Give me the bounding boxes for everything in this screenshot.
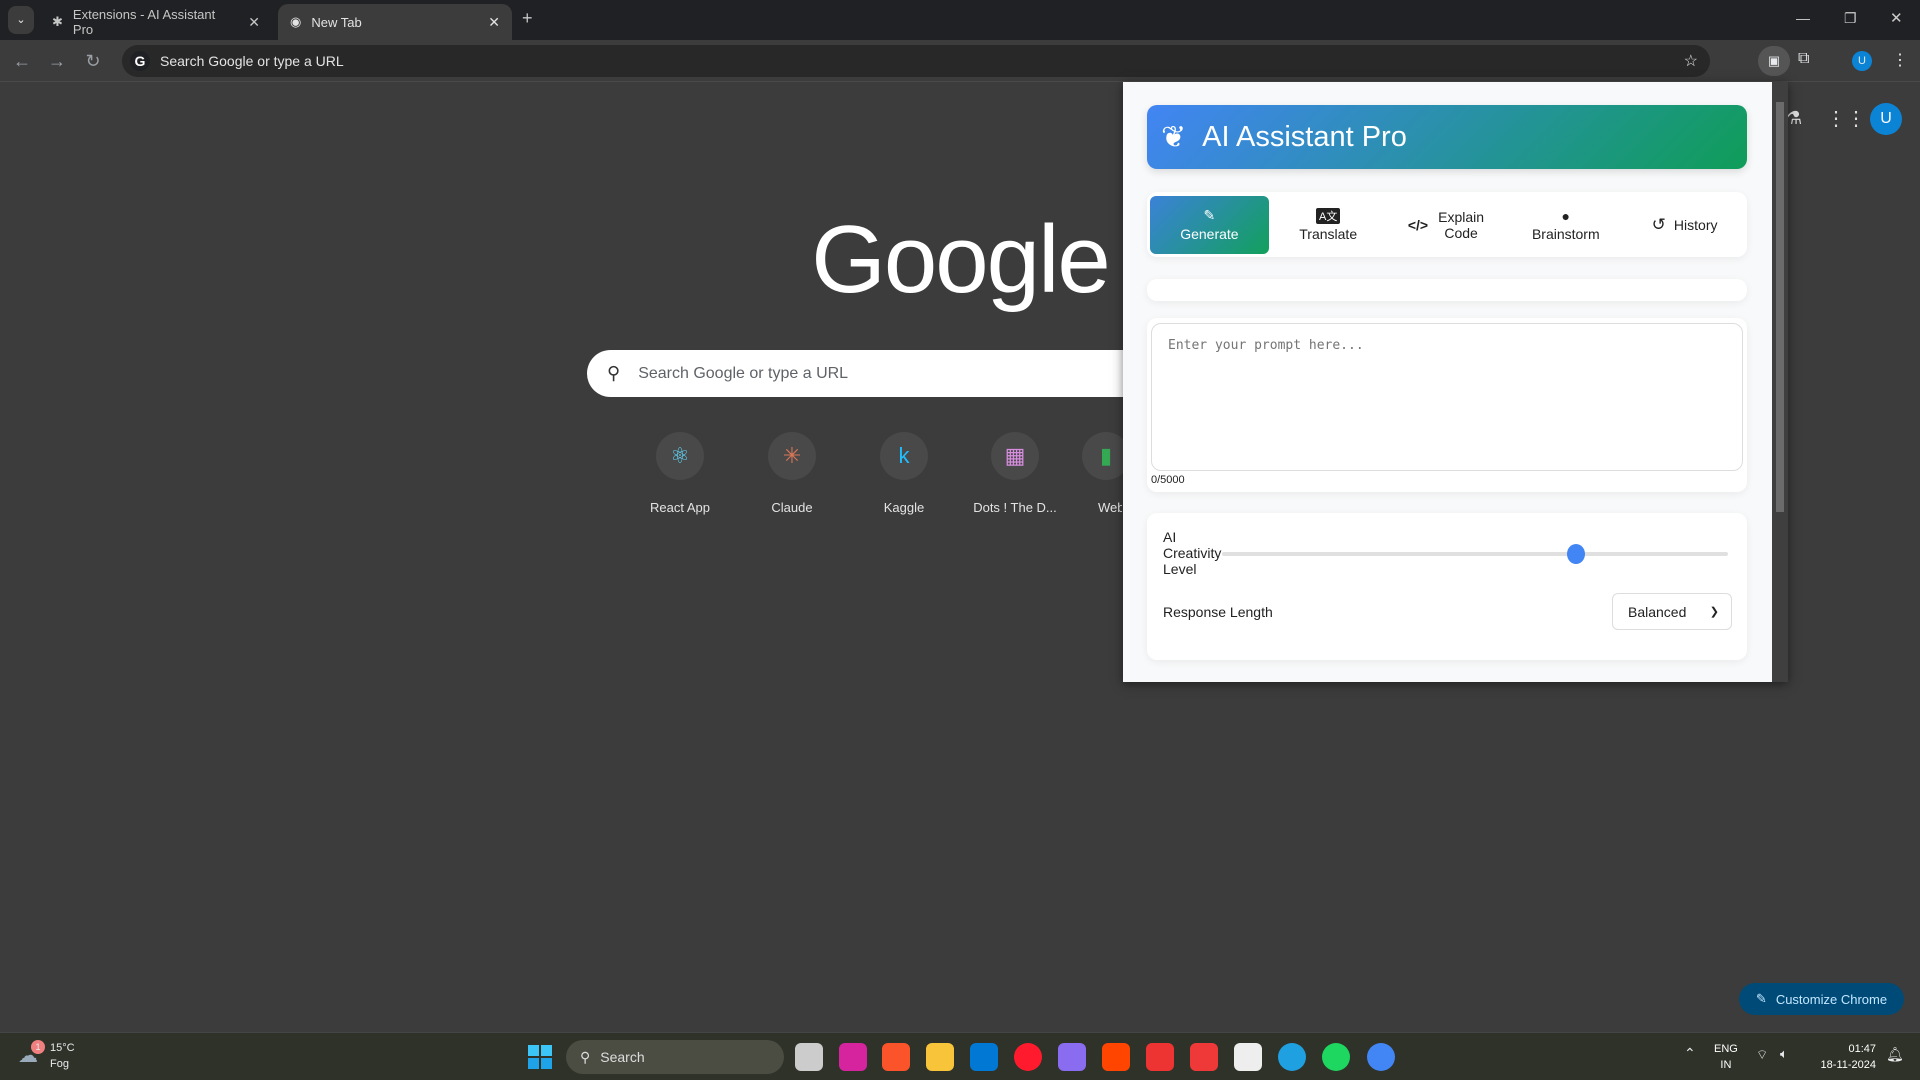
back-button[interactable]: ← (10, 49, 34, 73)
menu-kebab-icon[interactable]: ⋮ (1892, 50, 1908, 70)
prompt-input[interactable] (1151, 323, 1743, 471)
taskbar-opera-icon[interactable] (1014, 1043, 1042, 1071)
taskbar-task-view-icon[interactable] (795, 1043, 823, 1071)
tab-search-button[interactable]: ⌄ (8, 6, 34, 34)
creativity-slider[interactable] (1222, 552, 1728, 556)
weather-badge: 1 (31, 1040, 45, 1054)
taskbar-vscode-icon[interactable] (970, 1043, 998, 1071)
taskbar: ☁ 1 15°C Fog ⚲ Search ⌃ ENG IN ⌔ 🔈︎ 01:47 1… (0, 1032, 1920, 1080)
tab-extensions[interactable]: ✱ Extensions - AI Assistant Pro ✕ (40, 4, 272, 40)
chrome-icon: ◉ (290, 14, 302, 29)
taskbar-copilot-icon[interactable] (1058, 1043, 1086, 1071)
bookmark-star-icon[interactable]: ☆ (1684, 51, 1698, 71)
creativity-slider-thumb[interactable] (1567, 544, 1586, 564)
taskbar-popcorn-icon[interactable] (1146, 1043, 1174, 1071)
pencil-icon: ✎ (1755, 991, 1767, 1006)
extension-title: AI Assistant Pro (1202, 120, 1407, 153)
taskbar-brave-icon[interactable] (882, 1043, 910, 1071)
tab-strip: ⌄ ✱ Extensions - AI Assistant Pro ✕ ◉ New T… (0, 0, 1920, 40)
google-icon: G (130, 51, 150, 71)
shortcut-react-app[interactable]: ⚛ React App (624, 432, 736, 515)
puzzle-icon: ✱ (52, 14, 63, 29)
language-indicator[interactable]: ENG IN (1714, 1041, 1738, 1073)
kaggle-icon: k (880, 432, 928, 480)
shortcut-web[interactable]: ▮ Web (1070, 432, 1130, 515)
lightbulb-icon: ● (1561, 207, 1571, 224)
taskbar-reddit-icon[interactable] (1102, 1043, 1130, 1071)
creativity-label: AI Creativity Level (1163, 529, 1222, 577)
tab-history[interactable]: ↺ History (1625, 196, 1744, 254)
notification-bell-icon[interactable]: 🔔︎ (1886, 1046, 1904, 1063)
history-icon: ↺ (1651, 214, 1666, 234)
prompt-card: 0/5000 (1147, 318, 1747, 492)
restore-button[interactable]: ❐ (1844, 10, 1857, 27)
tab-brainstorm[interactable]: ● Brainstorm (1506, 196, 1625, 254)
minimize-button[interactable]: — (1796, 10, 1810, 26)
extension-active-icon[interactable]: ▣ (1758, 46, 1790, 76)
search-icon: ⚲ (607, 363, 621, 383)
chevron-down-icon: ❯ (1709, 606, 1719, 618)
shortcut-kaggle[interactable]: k Kaggle (848, 432, 960, 515)
react-icon: ⚛ (656, 432, 704, 480)
response-length-label: Response Length (1163, 604, 1273, 620)
taskbar-edge-icon[interactable] (1278, 1043, 1306, 1071)
extension-header: ❦ AI Assistant Pro (1147, 105, 1747, 169)
brain-icon: ❦ (1161, 120, 1187, 154)
taskbar-vivaldi-icon[interactable] (1190, 1043, 1218, 1071)
code-icon: </> (1407, 216, 1429, 233)
dots-icon: ▦ (991, 432, 1039, 480)
account-avatar[interactable]: U (1870, 103, 1902, 135)
taskbar-spotify-icon[interactable] (1322, 1043, 1350, 1071)
weather-desc: Fog (50, 1058, 69, 1070)
claude-icon: ✳ (768, 432, 816, 480)
status-bar (1147, 279, 1747, 301)
forward-button[interactable]: → (45, 49, 69, 73)
taskbar-file-explorer-icon[interactable] (926, 1043, 954, 1071)
shortcut-claude[interactable]: ✳ Claude (736, 432, 848, 515)
tab-generate[interactable]: ✎ Generate (1150, 195, 1269, 254)
response-length-select[interactable]: Balanced ❯ (1612, 593, 1732, 630)
new-tab-button[interactable]: + (522, 8, 533, 29)
extension-popup: ❦ AI Assistant Pro ✎ Generate A文 Translate … (1123, 82, 1788, 682)
taskbar-ms-store-icon[interactable] (1234, 1043, 1262, 1071)
wifi-icon[interactable]: ⌔ (1756, 1047, 1768, 1063)
toolbar: ← → ↻ G Search Google or type a URL ☆ ▣ ⧉ … (0, 40, 1920, 82)
labs-flask-icon[interactable]: ⚗ (1786, 108, 1802, 129)
translate-icon: A文 (1316, 207, 1341, 224)
shortcut-dots[interactable]: ▦ Dots ! The D... (959, 432, 1071, 515)
windows-start-icon[interactable] (528, 1045, 552, 1069)
reload-button[interactable]: ↻ (81, 49, 105, 73)
customize-chrome-button[interactable]: ✎ Customize Chrome (1739, 983, 1904, 1015)
close-tab-icon[interactable]: ✕ (248, 14, 260, 31)
taskbar-search[interactable]: ⚲ Search (566, 1040, 784, 1074)
taskbar-chrome-icon[interactable] (1367, 1043, 1395, 1071)
volume-icon[interactable]: 🔈︎ (1780, 1046, 1788, 1062)
close-window-button[interactable]: ✕ (1890, 9, 1903, 27)
omnibox[interactable]: G Search Google or type a URL ☆ (122, 45, 1710, 77)
weather-temp: 15°C (50, 1042, 75, 1054)
tray-chevron-up-icon[interactable]: ⌃ (1684, 1045, 1696, 1062)
popup-scrollbar[interactable] (1772, 82, 1788, 682)
extensions-puzzle-icon[interactable]: ⧉ (1798, 50, 1809, 68)
tab-explain-code[interactable]: </> Explain Code (1388, 196, 1507, 254)
clock[interactable]: 01:47 18-11-2024 (1812, 1041, 1876, 1073)
search-icon: ⚲ (580, 1048, 591, 1065)
magic-wand-icon: ✎ (1203, 207, 1216, 223)
settings-card: AI Creativity Level Response Length Bala… (1147, 513, 1747, 660)
mode-tabs: ✎ Generate A文 Translate </> Explain Code ● B… (1147, 192, 1747, 257)
taskbar-instagram-icon[interactable] (839, 1043, 867, 1071)
tab-translate[interactable]: A文 Translate (1269, 196, 1388, 254)
profile-avatar[interactable]: U (1852, 51, 1872, 71)
char-count: 0/5000 (1151, 474, 1185, 486)
tab-new-tab[interactable]: ◉ New Tab ✕ (278, 4, 512, 40)
close-tab-icon[interactable]: ✕ (488, 14, 500, 31)
